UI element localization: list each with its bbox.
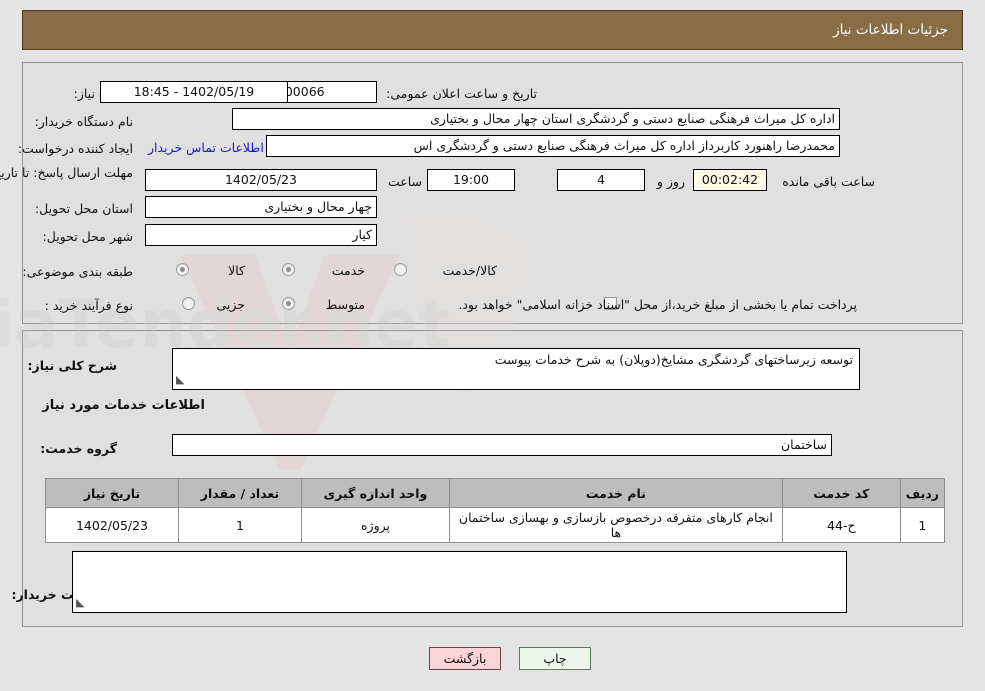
page-title: جزئیات اطلاعات نیاز: [833, 22, 948, 38]
remaining-clock-value: 00:02:42: [693, 169, 767, 191]
city-label: شهر محل تحویل:: [42, 229, 133, 244]
general-desc-label: شرح کلی نیاز:: [27, 358, 117, 373]
province-value: چهار محال و بختیاری: [145, 196, 377, 218]
th-service-name: نام خدمت: [449, 478, 783, 508]
deadline-hour-value: 19:00: [427, 169, 515, 191]
remaining-clock-label: ساعت باقی مانده: [782, 174, 875, 189]
resize-grip-icon[interactable]: ◢: [76, 595, 84, 611]
general-desc-value: توسعه زیرساختهای گردشگری مشایخ(دوپلان) ب…: [494, 352, 853, 367]
remaining-days-value: 4: [557, 169, 645, 191]
cell-quantity: 1: [178, 507, 302, 543]
th-service-code: کد خدمت: [781, 478, 901, 508]
buyer-contact-link[interactable]: اطلاعات تماس خریدار: [148, 140, 264, 155]
cell-row-no: 1: [899, 507, 946, 543]
deadline-hour-label: ساعت: [387, 174, 422, 189]
service-group-label: گروه خدمت:: [40, 441, 117, 456]
category-radio-kala[interactable]: [176, 263, 189, 276]
process-type-label: نوع فرآیند خرید :: [44, 298, 133, 313]
category-radio-kala-khedmat-label: کالا/خدمت: [442, 263, 497, 278]
table-header-row: ردیف کد خدمت نام خدمت واحد اندازه گیری ت…: [45, 478, 946, 508]
creator-label: ایجاد کننده درخواست:: [17, 141, 133, 156]
table-row: 1 ح-44 انجام کارهای متفرقه درخصوص بازساز…: [45, 507, 946, 543]
treasury-checkbox-label: پرداخت تمام یا بخشی از مبلغ خرید،از محل …: [458, 297, 857, 312]
buyer-org-label: نام دستگاه خریدار:: [34, 114, 133, 129]
buyer-notes-textarea[interactable]: ◢: [72, 551, 847, 613]
category-radio-khedmat[interactable]: [282, 263, 295, 276]
print-button[interactable]: چاپ: [519, 647, 591, 670]
city-value: کیار: [145, 224, 377, 246]
th-row-no: ردیف: [899, 478, 946, 508]
deadline-label: مهلت ارسال پاسخ: تا تاریخ:: [0, 165, 133, 181]
services-info-heading: اطلاعات خدمات مورد نیاز: [42, 398, 205, 413]
page-header: جزئیات اطلاعات نیاز: [22, 10, 963, 50]
buyer-org-value: اداره کل میراث فرهنگی صنایع دستی و گردشگ…: [232, 108, 840, 130]
back-button[interactable]: بازگشت: [429, 647, 501, 670]
province-label: استان محل تحویل:: [34, 201, 133, 216]
process-radio-motavasset-label: متوسط: [325, 297, 365, 312]
general-desc-textarea[interactable]: توسعه زیرساختهای گردشگری مشایخ(دوپلان) ب…: [172, 348, 860, 390]
process-radio-jozei-label: جزیی: [216, 297, 245, 312]
category-radio-kala-label: کالا: [228, 263, 245, 278]
resize-grip-icon[interactable]: ◢: [176, 372, 184, 388]
deadline-label-text: مهلت ارسال پاسخ: تا تاریخ:: [0, 165, 133, 180]
process-radio-motavasset[interactable]: [282, 297, 295, 310]
th-quantity: تعداد / مقدار: [178, 478, 302, 508]
cell-service-code: ح-44: [781, 507, 901, 543]
cell-unit: پروژه: [301, 507, 450, 543]
announce-datetime-label: تاریخ و ساعت اعلان عمومی:: [386, 86, 537, 101]
remaining-days-label: روز و: [656, 174, 685, 189]
cell-service-name: انجام کارهای متفرقه درخصوص بازسازی و بهس…: [449, 507, 783, 543]
th-unit: واحد اندازه گیری: [301, 478, 450, 508]
services-table: ردیف کد خدمت نام خدمت واحد اندازه گیری ت…: [45, 478, 946, 543]
service-group-value[interactable]: ساختمان: [172, 434, 832, 456]
category-radio-kala-khedmat[interactable]: [394, 263, 407, 276]
deadline-date-value: 1402/05/23: [145, 169, 377, 191]
cell-need-date: 1402/05/23: [45, 507, 179, 543]
category-radio-khedmat-label: خدمت: [331, 263, 365, 278]
category-label: طبقه بندی موضوعی:: [22, 264, 133, 279]
announce-datetime-value: 1402/05/19 - 18:45: [100, 81, 288, 103]
creator-value: محمدرضا راهنورد کاربرداز اداره کل میراث …: [266, 135, 840, 157]
th-need-date: تاریخ نیاز: [45, 478, 179, 508]
process-radio-jozei[interactable]: [182, 297, 195, 310]
